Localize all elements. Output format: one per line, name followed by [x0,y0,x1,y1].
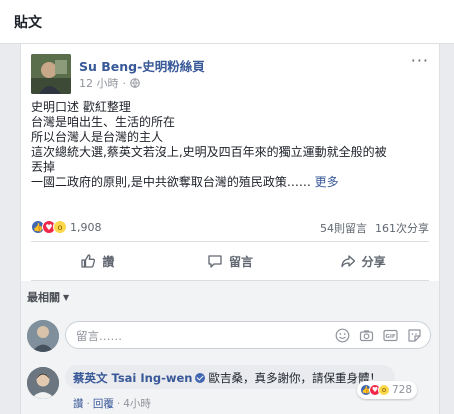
see-more-link[interactable]: 更多 [315,175,339,189]
comment-author-avatar[interactable] [27,367,59,399]
separator-dot: · [116,398,121,410]
post-line: 史明口述 歡紅整理 [31,100,131,114]
post-line: 這次總統大選,蔡英文若沒上,史明及四百年來的獨立運動就全般的被 [31,145,387,159]
section-title: 貼文 [14,15,42,31]
sticker-icon[interactable] [407,328,422,343]
thumbs-up-icon [81,254,96,268]
comment-actions: 讚 · 回覆 · 4小時 [73,396,151,411]
camera-icon[interactable] [359,328,374,343]
comment-button-label: 留言 [229,254,254,269]
comment-author-link[interactable]: 蔡英文 Tsai Ing-wen [73,371,192,385]
verified-badge-icon [195,373,206,383]
comment-input[interactable] [76,327,256,345]
comment-reaction-count: 728 [392,384,413,396]
post-card: Su Beng-史明粉絲頁 12 小時 · ··· 史明口述 歡紅整理 台灣是咱… [20,44,440,414]
avatar[interactable] [27,320,59,352]
speech-bubble-icon [208,255,222,268]
gif-icon[interactable]: GIF [383,328,398,343]
comments-count-link[interactable]: 54則留言 [320,222,367,235]
emoji-icon[interactable] [335,328,350,343]
post-stats: 54則留言 161次分享 [320,220,429,236]
wow-reaction-icon: o [378,384,390,396]
reaction-count: 1,908 [70,220,102,234]
post-meta: 12 小時 · [79,75,140,91]
post-line: 丟掉 [31,160,56,174]
comments-section: 最相關 ▼ GIF [21,281,439,414]
comment-input-icons: GIF [335,328,422,343]
post-line-last: 一國二政府的原則,是中共欲奪取台灣的殖民政策…… 更多 [31,175,431,190]
comment-like-link[interactable]: 讚 [73,398,84,410]
comment-time[interactable]: 4小時 [123,398,151,410]
gif-icon-label: GIF [385,334,396,340]
comment-sort-dropdown[interactable]: 最相關 ▼ [27,289,69,305]
comment-bubble: 蔡英文 Tsai Ing-wen 歐吉桑，真多謝你，請保重身體！ [65,365,395,389]
divider [31,241,429,242]
sort-label: 最相關 [27,291,60,304]
post-time[interactable]: 12 小時 [79,75,119,91]
post-line: 台灣是咱出生、生活的所在 [31,115,176,129]
post-line: 一國二政府的原則,是中共欲奪取台灣的殖民政策…… [31,175,311,189]
like-button[interactable]: 讚 [31,244,164,278]
comment-reply-link[interactable]: 回覆 [93,398,114,410]
share-button-label: 分享 [361,254,386,269]
reaction-summary[interactable]: 👍 ♥ o 1,908 [31,220,102,234]
comment-reactions[interactable]: 👍 ♥ o 728 [357,381,418,399]
globe-icon [130,78,140,88]
page-avatar[interactable] [31,54,71,94]
wow-reaction-icon: o [53,220,67,234]
shares-count-link[interactable]: 161次分享 [375,222,429,235]
meta-separator: · [122,76,127,90]
comment-button[interactable]: 留言 [164,244,297,278]
like-button-label: 讚 [102,254,115,269]
chevron-down-icon: ▼ [63,292,70,302]
comment-input-box[interactable]: GIF [65,321,431,349]
share-button[interactable]: 分享 [296,244,429,278]
section-header: 貼文 [0,0,454,44]
separator-dot: · [86,398,90,410]
post-line: 所以台灣人是台灣的主人 [31,130,164,144]
share-arrow-icon [341,255,355,268]
post-actions: 讚 留言 分享 [31,244,429,278]
page-name-link[interactable]: Su Beng-史明粉絲頁 [79,56,205,75]
post-body: 史明口述 歡紅整理 台灣是咱出生、生活的所在 所以台灣人是台灣的主人 這次總統大… [31,100,431,190]
more-options-icon[interactable]: ··· [411,53,429,69]
comment-text: 歐吉桑，真多謝你，請保重身體！ [208,371,381,385]
